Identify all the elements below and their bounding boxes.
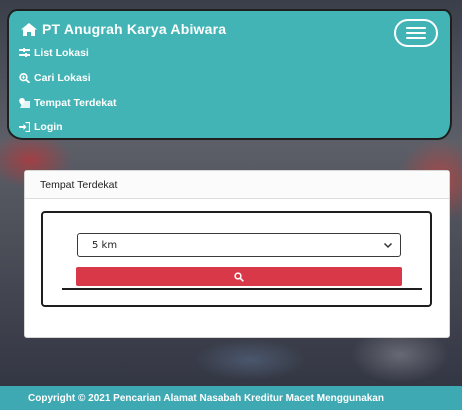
distance-select[interactable]: 5 km [77,233,401,257]
brand-name: PT Anugrah Karya Abiwara [42,21,227,37]
menu-label: List Lokasi [34,47,89,59]
menu-item-login[interactable]: Login [19,121,63,133]
sign-in-icon [19,122,30,132]
copyright-text: Copyright © 2021 Pencarian Alamat Nasaba… [28,392,384,404]
brand-link[interactable]: PT Anugrah Karya Abiwara [21,21,226,37]
nearest-place-card: Tempat Terdekat 5 km [24,170,450,338]
distance-select-value: 5 km [92,239,118,251]
home-icon [21,22,37,36]
map-marker-icon [19,98,30,108]
footer: Copyright © 2021 Pencarian Alamat Nasaba… [0,386,462,410]
hamburger-line [406,37,426,39]
chevron-down-icon [383,242,393,249]
menu-label: Login [34,121,63,133]
search-plus-icon [19,73,30,83]
card-title: Tempat Terdekat [25,171,449,199]
search-icon [234,271,244,282]
menu-item-tempat-terdekat[interactable]: Tempat Terdekat [19,97,116,109]
search-form: 5 km [41,211,432,307]
menu-toggle-button[interactable] [394,19,438,47]
menu-item-list-lokasi[interactable]: List Lokasi [19,47,89,59]
menu-item-cari-lokasi[interactable]: Cari Lokasi [19,72,91,84]
navbar: PT Anugrah Karya Abiwara List Lokasi Car… [7,9,452,140]
list-icon [19,48,30,57]
menu-label: Tempat Terdekat [34,97,117,109]
divider [62,288,422,290]
hamburger-line [406,32,426,34]
hamburger-line [406,27,426,29]
menu-label: Cari Lokasi [34,72,91,84]
search-button[interactable] [76,267,402,286]
